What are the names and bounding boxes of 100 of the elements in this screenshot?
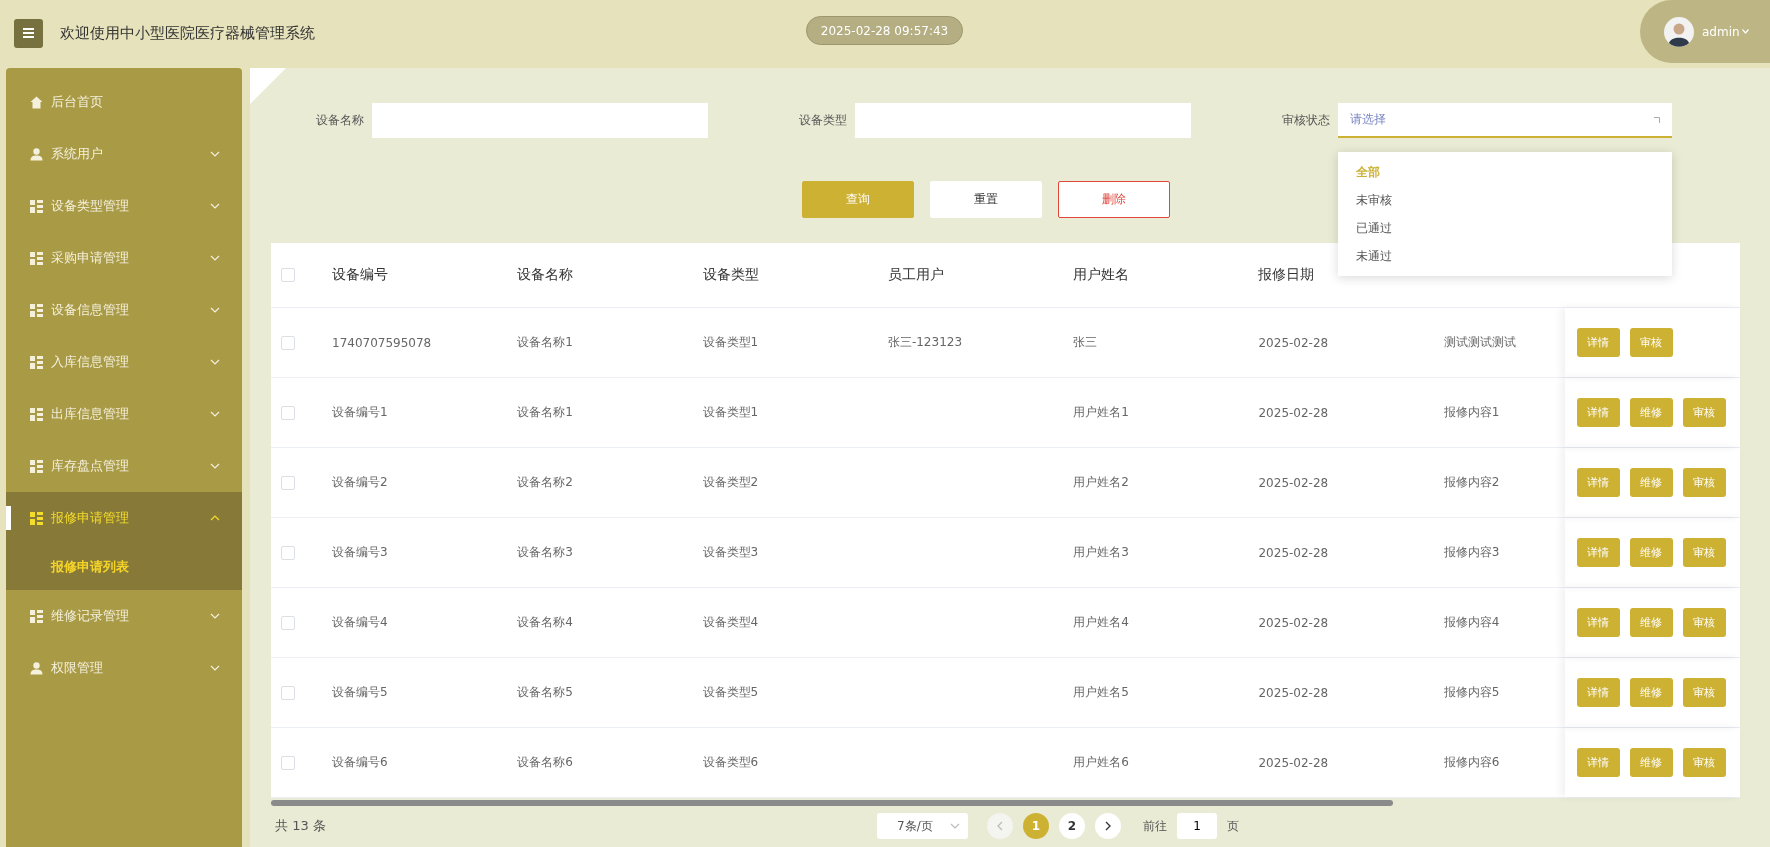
row-action-button[interactable]: 审核: [1682, 608, 1726, 637]
menu-button[interactable]: [14, 18, 43, 48]
filter-label: 设备名称: [315, 112, 364, 129]
row-action-button[interactable]: 维修: [1629, 538, 1673, 567]
table-cell: 用户姓名4: [1073, 614, 1129, 631]
select-placeholder: 请选择: [1350, 111, 1386, 128]
table-cell: 测试测试测试: [1443, 334, 1516, 351]
row-action-button[interactable]: 审核: [1682, 748, 1726, 777]
row-action-button[interactable]: 审核: [1682, 678, 1726, 707]
dropdown-option[interactable]: 已通过: [1338, 214, 1672, 242]
table-cell: 设备类型3: [702, 544, 759, 561]
row-action-button[interactable]: 详情: [1576, 328, 1620, 357]
row-action-button[interactable]: 详情: [1576, 748, 1620, 777]
column-header: 设备类型: [702, 266, 759, 284]
row-action-button[interactable]: 维修: [1629, 608, 1673, 637]
menu-icon: [23, 28, 34, 38]
row-action-button[interactable]: 审核: [1682, 538, 1726, 567]
sidebar-item[interactable]: 维修记录管理: [6, 590, 242, 642]
table-cell: 2025-02-28: [1258, 685, 1329, 700]
grid-icon: [30, 511, 43, 525]
sidebar-label: 设备信息管理: [51, 301, 130, 319]
sidebar-item[interactable]: 系统用户: [6, 128, 242, 180]
prev-page-button[interactable]: [987, 813, 1013, 839]
chevron-down-icon: [210, 463, 220, 469]
row-checkbox[interactable]: [281, 545, 295, 560]
status-select[interactable]: 请选择: [1338, 103, 1672, 138]
sidebar-subitem[interactable]: 报修申请列表: [6, 544, 242, 590]
grid-icon: [30, 407, 43, 421]
chevron-down-icon: [210, 203, 220, 209]
row-action-button[interactable]: 维修: [1629, 468, 1673, 497]
row-checkbox[interactable]: [281, 475, 295, 490]
column-header: 员工用户: [887, 266, 944, 284]
chevron-down-icon: [210, 307, 220, 313]
row-checkbox[interactable]: [281, 685, 295, 700]
delete-button[interactable]: 删除: [1057, 181, 1170, 218]
page-size-label: 7条/页: [897, 817, 933, 835]
sidebar-label: 维修记录管理: [51, 607, 130, 625]
column-header: 用户姓名: [1073, 266, 1130, 284]
table-cell: 用户姓名2: [1073, 474, 1129, 491]
table-cell: 设备类型6: [702, 754, 759, 771]
row-checkbox[interactable]: [281, 405, 295, 420]
row-action-button[interactable]: 审核: [1682, 468, 1726, 497]
chevron-down-icon: [210, 151, 220, 157]
row-checkbox[interactable]: [281, 335, 295, 350]
sidebar-item[interactable]: 权限管理: [6, 642, 242, 694]
table-cell: 设备编号3: [332, 544, 388, 561]
page-button[interactable]: 2: [1059, 813, 1085, 839]
table-cell: 设备类型5: [702, 684, 759, 701]
sidebar-item[interactable]: 设备信息管理: [6, 284, 242, 336]
page-size-select[interactable]: 7条/页: [877, 813, 968, 839]
table-cell: 设备类型4: [702, 614, 759, 631]
user-menu[interactable]: admin: [1640, 0, 1770, 63]
row-action-button[interactable]: 维修: [1629, 398, 1673, 427]
dropdown-option[interactable]: 未通过: [1338, 242, 1672, 270]
row-action-button[interactable]: 维修: [1629, 748, 1673, 777]
row-action-button[interactable]: 详情: [1576, 398, 1620, 427]
search-button[interactable]: 查询: [801, 181, 914, 218]
corner-fold-icon: [250, 68, 286, 104]
table-cell: 设备编号1: [332, 404, 388, 421]
row-action-button[interactable]: 维修: [1629, 678, 1673, 707]
app-title: 欢迎使用中小型医院医疗器械管理系统: [60, 23, 315, 43]
table-cell: 设备名称1: [517, 404, 573, 421]
sidebar-item[interactable]: 后台首页: [6, 76, 242, 128]
sidebar-item[interactable]: 入库信息管理: [6, 336, 242, 388]
row-action-button[interactable]: 详情: [1576, 678, 1620, 707]
row-checkbox[interactable]: [281, 755, 295, 770]
sidebar-item[interactable]: 报修申请管理: [6, 492, 242, 544]
next-page-button[interactable]: [1095, 813, 1121, 839]
sidebar-label: 库存盘点管理: [51, 457, 130, 475]
sidebar-item[interactable]: 出库信息管理: [6, 388, 242, 440]
table-cell: 设备类型1: [702, 334, 759, 351]
table-cell: 张三: [1073, 334, 1098, 351]
scrollbar[interactable]: [271, 800, 1393, 806]
row-action-button[interactable]: 审核: [1629, 328, 1673, 357]
sidebar-item[interactable]: 设备类型管理: [6, 180, 242, 232]
active-marker: [6, 506, 11, 530]
table-cell: 设备类型1: [702, 404, 759, 421]
table-cell: 用户姓名3: [1073, 544, 1129, 561]
datetime-pill: 2025-02-28 09:57:43: [806, 16, 963, 45]
sidebar-item[interactable]: 采购申请管理: [6, 232, 242, 284]
dropdown-option[interactable]: 全部: [1338, 158, 1672, 186]
user-icon: [30, 147, 43, 161]
total-count: 共 13 条: [275, 817, 326, 835]
page-suffix: 页: [1227, 817, 1239, 835]
filter-input[interactable]: [372, 103, 708, 138]
sidebar-label: 入库信息管理: [51, 353, 130, 371]
page-button[interactable]: 1: [1023, 813, 1049, 839]
row-action-button[interactable]: 审核: [1682, 398, 1726, 427]
row-action-button[interactable]: 详情: [1576, 608, 1620, 637]
row-action-button[interactable]: 详情: [1576, 538, 1620, 567]
row-action-button[interactable]: 详情: [1576, 468, 1620, 497]
table-cell: 张三-123123: [887, 334, 963, 351]
filter-input[interactable]: [855, 103, 1191, 138]
reset-button[interactable]: 重置: [929, 181, 1042, 218]
sidebar-item[interactable]: 库存盘点管理: [6, 440, 242, 492]
dropdown-option[interactable]: 未审核: [1338, 186, 1672, 214]
goto-page-input[interactable]: 1: [1177, 813, 1217, 839]
select-all-checkbox[interactable]: [281, 268, 295, 282]
row-checkbox[interactable]: [281, 615, 295, 630]
table-cell: 报修内容2: [1443, 474, 1500, 491]
